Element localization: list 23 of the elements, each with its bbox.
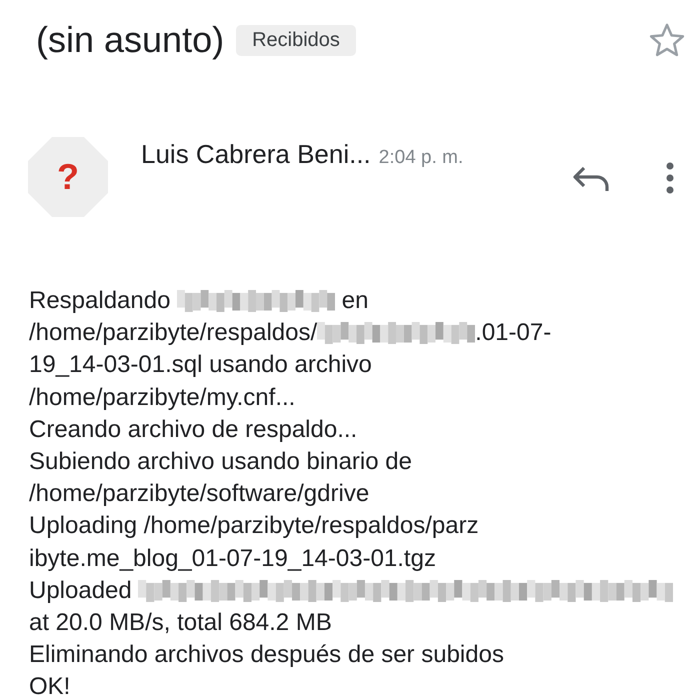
sent-time: 2:04 p. m. xyxy=(378,147,464,169)
subject-title: (sin asunto) xyxy=(36,18,224,62)
unknown-sender-avatar: ? xyxy=(28,137,108,217)
message-text: Subiendo archivo usando binario de xyxy=(29,446,412,477)
message-text: /home/parzibyte/my.cnf... xyxy=(29,382,296,413)
message-text: .01-07- xyxy=(475,318,552,348)
message-text: at 20.0 MB/s, total 684.2 MB xyxy=(29,608,332,638)
star-icon[interactable] xyxy=(648,21,686,59)
message-text: Respaldando xyxy=(29,286,172,316)
message-text: Eliminando archivos después de ser subidos xyxy=(29,640,504,670)
message-text: ibyte.me_blog_01-07-19_14-03-01.tgz xyxy=(29,544,436,574)
message-text: /home/parzibyte/respaldos/ xyxy=(29,318,318,348)
message-text: OK! xyxy=(29,672,70,699)
more-options-icon[interactable] xyxy=(666,162,674,194)
message-text: en xyxy=(340,286,368,316)
message-text: /home/parzibyte/software/gdrive xyxy=(29,479,370,510)
message-text: Creando archivo de respaldo... xyxy=(29,414,358,445)
message-text: Uploading /home/parzibyte/respaldos/parz xyxy=(29,511,479,542)
reply-icon[interactable] xyxy=(572,165,610,193)
message-text: 19_14-03-01.sql usando archivo xyxy=(29,350,372,380)
message-text: Uploaded xyxy=(29,576,133,606)
sender-name: Luis Cabrera Beni... xyxy=(141,139,371,170)
label-chip[interactable]: Recibidos xyxy=(236,24,356,56)
